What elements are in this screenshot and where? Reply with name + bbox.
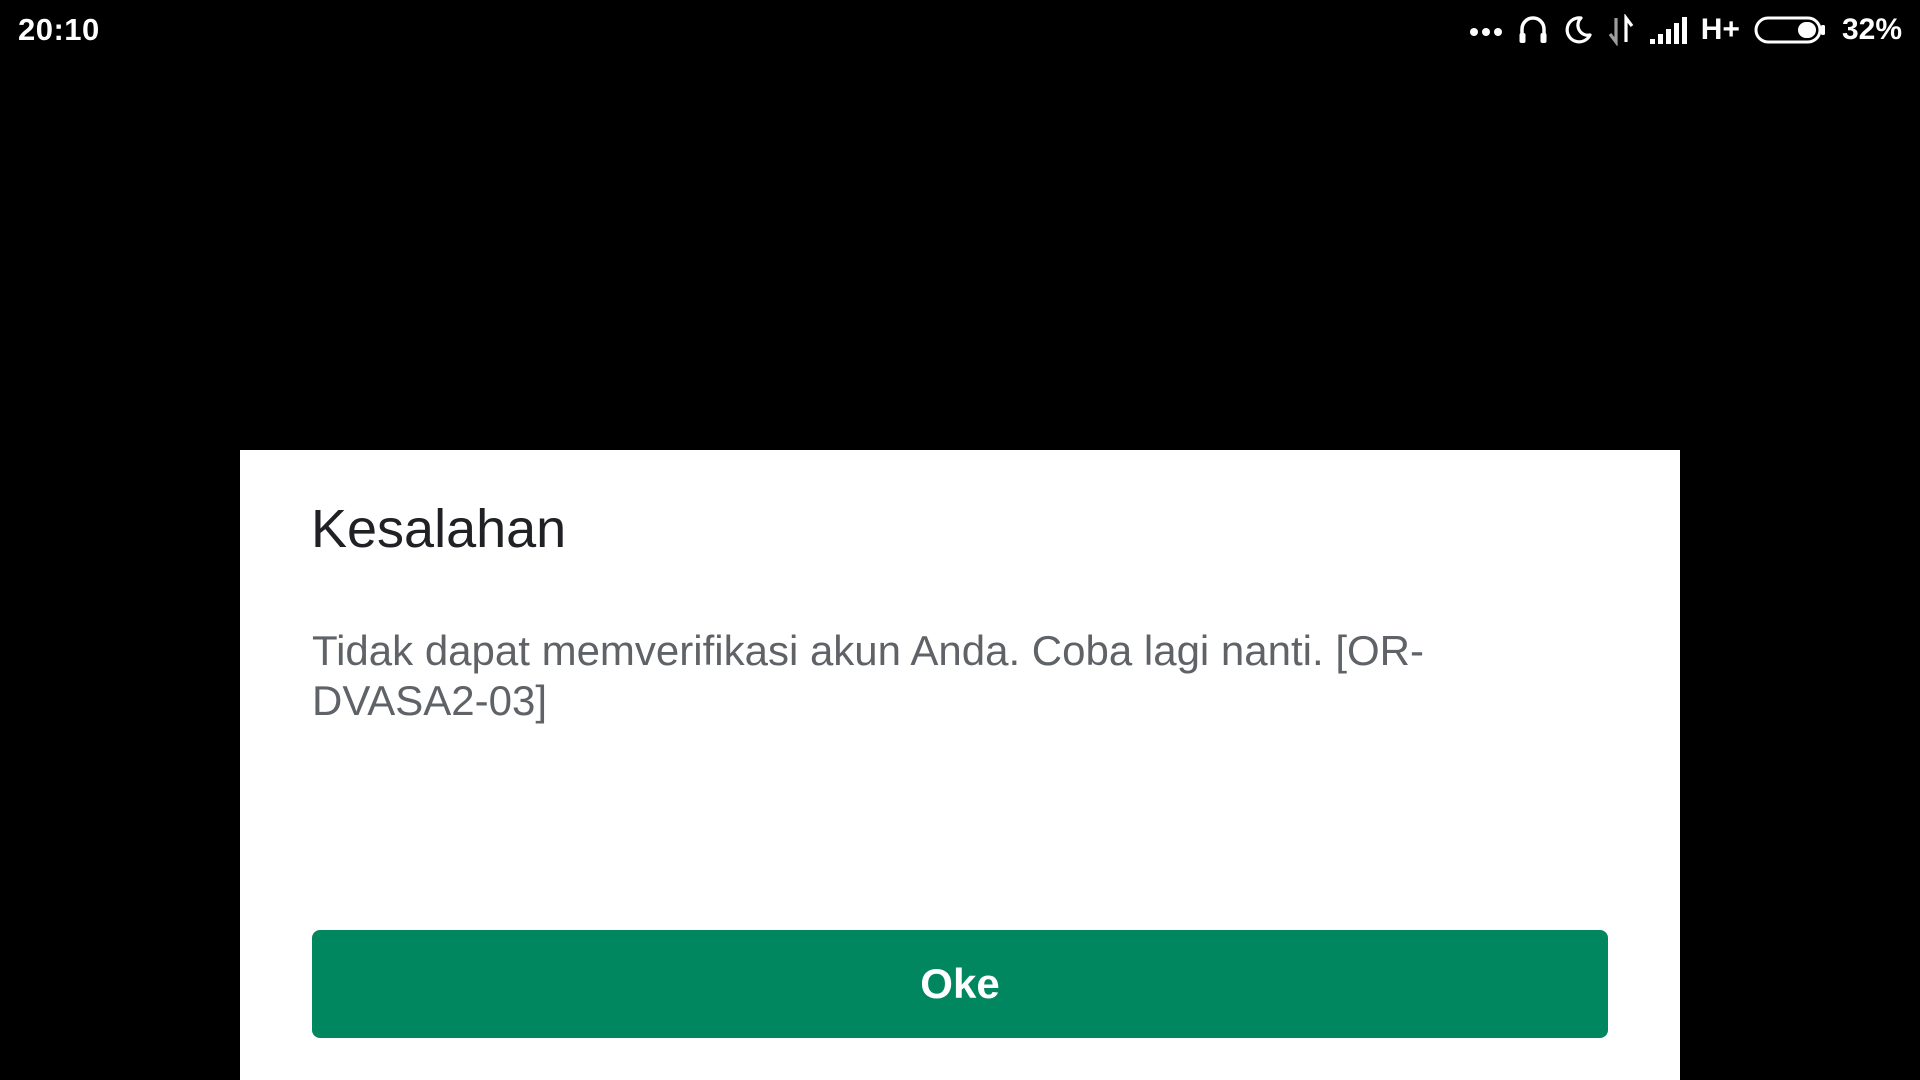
error-dialog: Kesalahan Tidak dapat memverifikasi akun… xyxy=(240,450,1680,1080)
battery-icon xyxy=(1754,15,1826,45)
status-icons: H+ 32% xyxy=(1469,10,1902,50)
status-time: 20:10 xyxy=(18,12,100,47)
ok-button-label: Oke xyxy=(920,960,1000,1007)
more-dots-icon xyxy=(1469,24,1503,36)
signal-icon xyxy=(1649,15,1687,45)
dialog-message: Tidak dapat memverifikasi akun Anda. Cob… xyxy=(312,627,1424,724)
battery-percent: 32% xyxy=(1841,13,1902,46)
headset-icon xyxy=(1517,14,1549,46)
moon-icon xyxy=(1563,15,1593,45)
status-bar: 20:10 H+ 32% xyxy=(0,0,1920,62)
screen: 20:10 H+ 32% Kesalahan Tidak dapat memve… xyxy=(0,0,1920,1080)
data-arrows-icon xyxy=(1607,14,1635,46)
ok-button[interactable]: Oke xyxy=(312,930,1608,1038)
dialog-title: Kesalahan xyxy=(311,499,567,559)
network-type: H+ xyxy=(1700,13,1740,46)
